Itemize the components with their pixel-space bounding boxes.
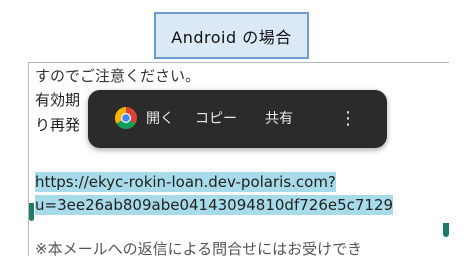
body-text-line: すのでご注意ください。 <box>35 67 201 85</box>
android-case-label-text: Android の場合 <box>171 27 292 47</box>
text-selection-context-menu: 開く コピー 共有 ⋮ <box>88 90 387 148</box>
chrome-icon[interactable] <box>114 106 138 130</box>
selected-url-text[interactable]: u=3ee26ab809abe04143094810df726e5c7129 <box>35 195 394 215</box>
copy-button[interactable]: コピー <box>195 90 237 148</box>
selected-url-line[interactable]: https://ekyc-rokin-loan.dev-polaris.com? <box>35 172 336 192</box>
body-text-line: り再発 <box>35 116 81 134</box>
body-text-fragment: 有効期 <box>35 91 81 109</box>
share-button[interactable]: 共有 <box>265 90 293 148</box>
selected-url-text[interactable]: https://ekyc-rokin-loan.dev-polaris.com? <box>35 172 336 192</box>
android-case-label: Android の場合 <box>154 12 309 59</box>
selection-start-handle[interactable] <box>29 203 34 221</box>
more-options-icon[interactable]: ⋮ <box>336 90 360 148</box>
open-button[interactable]: 開く <box>146 90 174 148</box>
selection-end-handle[interactable] <box>443 223 449 237</box>
selected-url-line[interactable]: u=3ee26ab809abe04143094810df726e5c7129 <box>35 195 394 215</box>
body-text-line: ※本メールへの返信による問合せにはお受けでき <box>35 240 363 256</box>
